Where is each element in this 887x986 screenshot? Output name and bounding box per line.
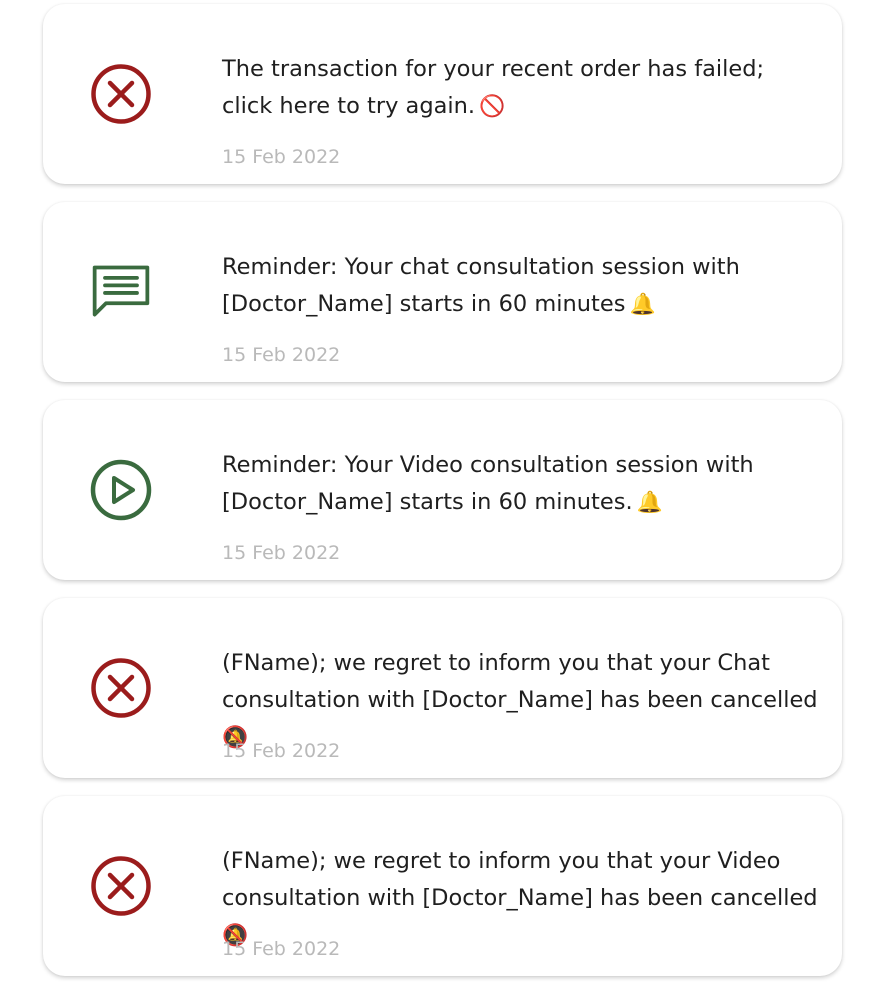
error-circle-icon: [89, 854, 153, 918]
notification-date: 15 Feb 2022: [222, 740, 341, 762]
notification-message: Reminder: Your Video consultation sessio…: [222, 452, 754, 515]
notification-card[interactable]: The transaction for your recent order ha…: [43, 4, 842, 184]
notification-message: The transaction for your recent order ha…: [222, 56, 765, 119]
notification-list: The transaction for your recent order ha…: [0, 0, 887, 986]
notification-message: Reminder: Your chat consultation session…: [222, 254, 740, 317]
error-circle-icon: [89, 62, 153, 126]
notification-date: 15 Feb 2022: [222, 542, 341, 564]
prohibited-emoji-icon: 🚫: [479, 94, 506, 118]
notification-card[interactable]: Reminder: Your Video consultation sessio…: [43, 400, 842, 580]
error-circle-icon: [89, 656, 153, 720]
notification-date: 15 Feb 2022: [222, 938, 341, 960]
bell-emoji-icon: 🔔: [629, 292, 656, 316]
chat-bubble-icon: [89, 260, 153, 324]
notification-date: 15 Feb 2022: [222, 146, 341, 168]
notification-card[interactable]: (FName); we regret to inform you that yo…: [43, 796, 842, 976]
notification-date: 15 Feb 2022: [222, 344, 341, 366]
notification-card[interactable]: Reminder: Your chat consultation session…: [43, 202, 842, 382]
play-circle-icon: [89, 458, 153, 522]
bell-emoji-icon: 🔔: [636, 490, 663, 514]
notification-card[interactable]: (FName); we regret to inform you that yo…: [43, 598, 842, 778]
